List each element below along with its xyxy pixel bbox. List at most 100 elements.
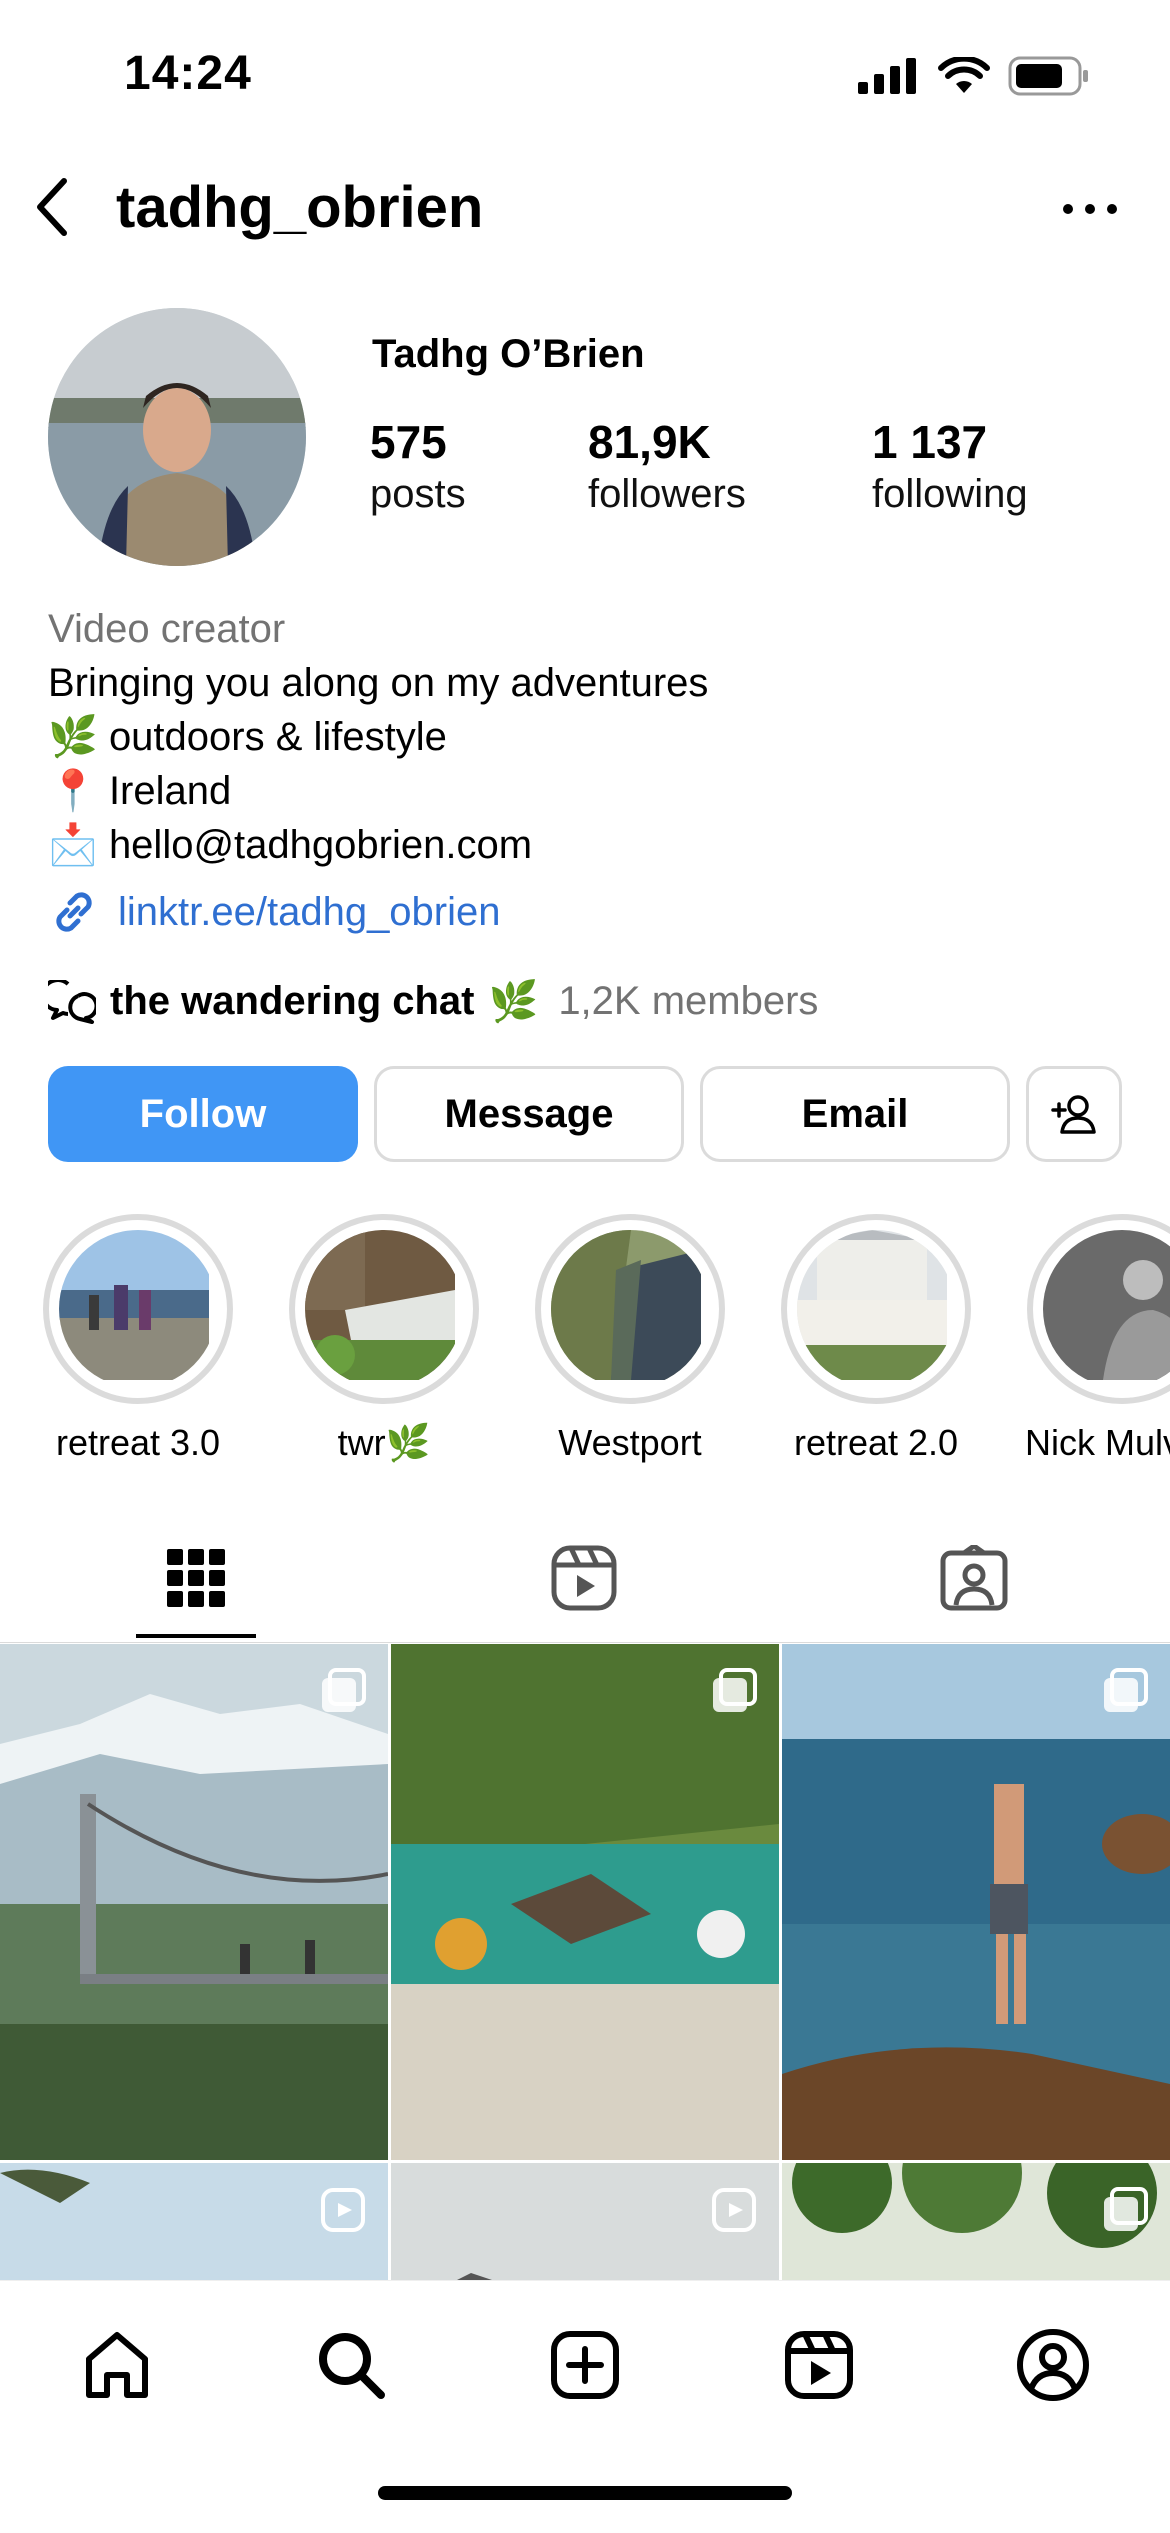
following-count[interactable]: 1 137 following	[872, 414, 1028, 518]
highlight-cover	[797, 1230, 955, 1388]
post-tile[interactable]	[391, 1644, 779, 2160]
stat-value: 1 137	[872, 416, 988, 468]
home-indicator	[378, 2486, 792, 2500]
nav-profile[interactable]	[1008, 2320, 1098, 2410]
battery-icon	[1008, 56, 1088, 96]
story-highlight[interactable]: Westport	[532, 1214, 728, 1464]
wifi-icon	[938, 57, 990, 93]
post-tile[interactable]	[782, 2163, 1170, 2283]
bio-line-text: Ireland	[108, 769, 232, 813]
highlight-cover	[551, 1230, 709, 1388]
broadcast-channel[interactable]: the wandering chat 🌿 1,2K members	[48, 978, 818, 1025]
reels-icon	[785, 2331, 853, 2399]
tab-posts-grid[interactable]	[136, 1528, 256, 1628]
tagged-icon	[940, 1545, 1008, 1611]
reels-icon	[551, 1545, 617, 1611]
story-highlight[interactable]: twr🌿	[286, 1214, 482, 1464]
bio-line-text: outdoors & lifestyle	[108, 715, 447, 759]
home-icon	[86, 2332, 148, 2398]
highlight-label: Westport	[558, 1422, 702, 1463]
bio-link[interactable]: linktr.ee/tadhg_obrien	[48, 886, 501, 938]
signal-icon	[858, 58, 916, 94]
highlight-ring	[781, 1214, 971, 1404]
more-icon	[1063, 204, 1117, 214]
stat-label: posts	[370, 472, 466, 516]
avatar[interactable]	[48, 308, 306, 566]
envelope-emoji: 📩	[48, 823, 98, 867]
chevron-left-icon	[37, 178, 67, 236]
nav-home[interactable]	[72, 2320, 162, 2410]
highlight-label: retreat 3.0	[55, 1422, 221, 1463]
bio-link-text: linktr.ee/tadhg_obrien	[118, 889, 501, 934]
highlight-cover	[1043, 1230, 1170, 1388]
email-button[interactable]: Email	[700, 1066, 1010, 1162]
highlight-cover	[59, 1230, 217, 1388]
highlight-ring	[1027, 1214, 1170, 1404]
stat-label: following	[872, 472, 1028, 516]
tab-tagged[interactable]	[914, 1528, 1034, 1628]
active-tab-indicator	[136, 1634, 256, 1638]
add-user-icon	[1051, 1095, 1096, 1134]
chat-icon	[48, 979, 96, 1024]
post-image	[391, 1644, 779, 2160]
reel-icon	[321, 2188, 365, 2232]
highlight-label: twr🌿	[337, 1422, 431, 1463]
nav-search[interactable]	[306, 2320, 396, 2410]
status-icons	[858, 56, 1090, 96]
carousel-icon	[713, 1668, 757, 1712]
profile-icon	[1017, 2329, 1089, 2401]
bio-line: 📩 hello@tadhgobrien.com	[48, 818, 708, 872]
leaf-emoji: 🌿	[48, 715, 98, 759]
highlight-label: retreat 2.0	[793, 1422, 959, 1463]
channel-name: the wandering chat	[110, 979, 475, 1023]
highlight-ring	[535, 1214, 725, 1404]
posts-count[interactable]: 575 posts	[370, 414, 466, 518]
highlight-label: Nick Mulvey	[1024, 1422, 1170, 1463]
highlight-cover	[305, 1230, 463, 1388]
follow-button[interactable]: Follow	[48, 1066, 358, 1162]
stat-value: 575	[370, 416, 447, 468]
leaf-emoji: 🌿	[488, 980, 539, 1024]
bio-line: 🌿 outdoors & lifestyle	[48, 710, 708, 764]
divider	[0, 1642, 1170, 1643]
carousel-icon	[1104, 2187, 1148, 2231]
tab-reels[interactable]	[524, 1528, 644, 1628]
post-image	[0, 1644, 388, 2160]
post-tile[interactable]	[0, 2163, 388, 2283]
followers-count[interactable]: 81,9K followers	[588, 414, 746, 518]
bio-category: Video creator	[48, 607, 286, 651]
post-image	[782, 1644, 1170, 2160]
channel-members: 1,2K members	[558, 979, 819, 1023]
search-icon	[319, 2333, 385, 2399]
carousel-icon	[1104, 1668, 1148, 1712]
more-options-button[interactable]	[1050, 182, 1130, 236]
post-tile[interactable]	[391, 2163, 779, 2283]
highlight-ring	[289, 1214, 479, 1404]
nav-reels[interactable]	[774, 2320, 864, 2410]
back-button[interactable]	[22, 172, 82, 242]
carousel-icon	[322, 1668, 366, 1712]
bio-line-text: hello@tadhgobrien.com	[108, 823, 533, 867]
post-tile[interactable]	[782, 1644, 1170, 2160]
nav-create[interactable]	[540, 2320, 630, 2410]
pin-emoji: 📍	[48, 769, 98, 813]
avatar-photo	[48, 308, 306, 566]
highlight-ring	[43, 1214, 233, 1404]
bio-line: Bringing you along on my adventures	[48, 661, 709, 705]
page-title: tadhg_obrien	[116, 175, 484, 240]
reel-icon	[712, 2188, 756, 2232]
create-icon	[551, 2331, 619, 2399]
stat-label: followers	[588, 472, 746, 516]
suggested-users-button[interactable]	[1026, 1066, 1122, 1162]
bio-line: 📍 Ireland	[48, 764, 708, 818]
message-button[interactable]: Message	[374, 1066, 684, 1162]
story-highlight[interactable]: retreat 3.0	[40, 1214, 236, 1464]
bio: Video creator Bringing you along on my a…	[48, 602, 708, 872]
story-highlight[interactable]: Nick Mulvey	[1024, 1214, 1170, 1464]
status-time: 14:24	[124, 47, 252, 100]
story-highlight[interactable]: retreat 2.0	[778, 1214, 974, 1464]
display-name: Tadhg O’Brien	[372, 332, 645, 376]
link-icon	[56, 892, 92, 932]
stat-value: 81,9K	[588, 416, 711, 468]
post-tile[interactable]	[0, 1644, 388, 2160]
